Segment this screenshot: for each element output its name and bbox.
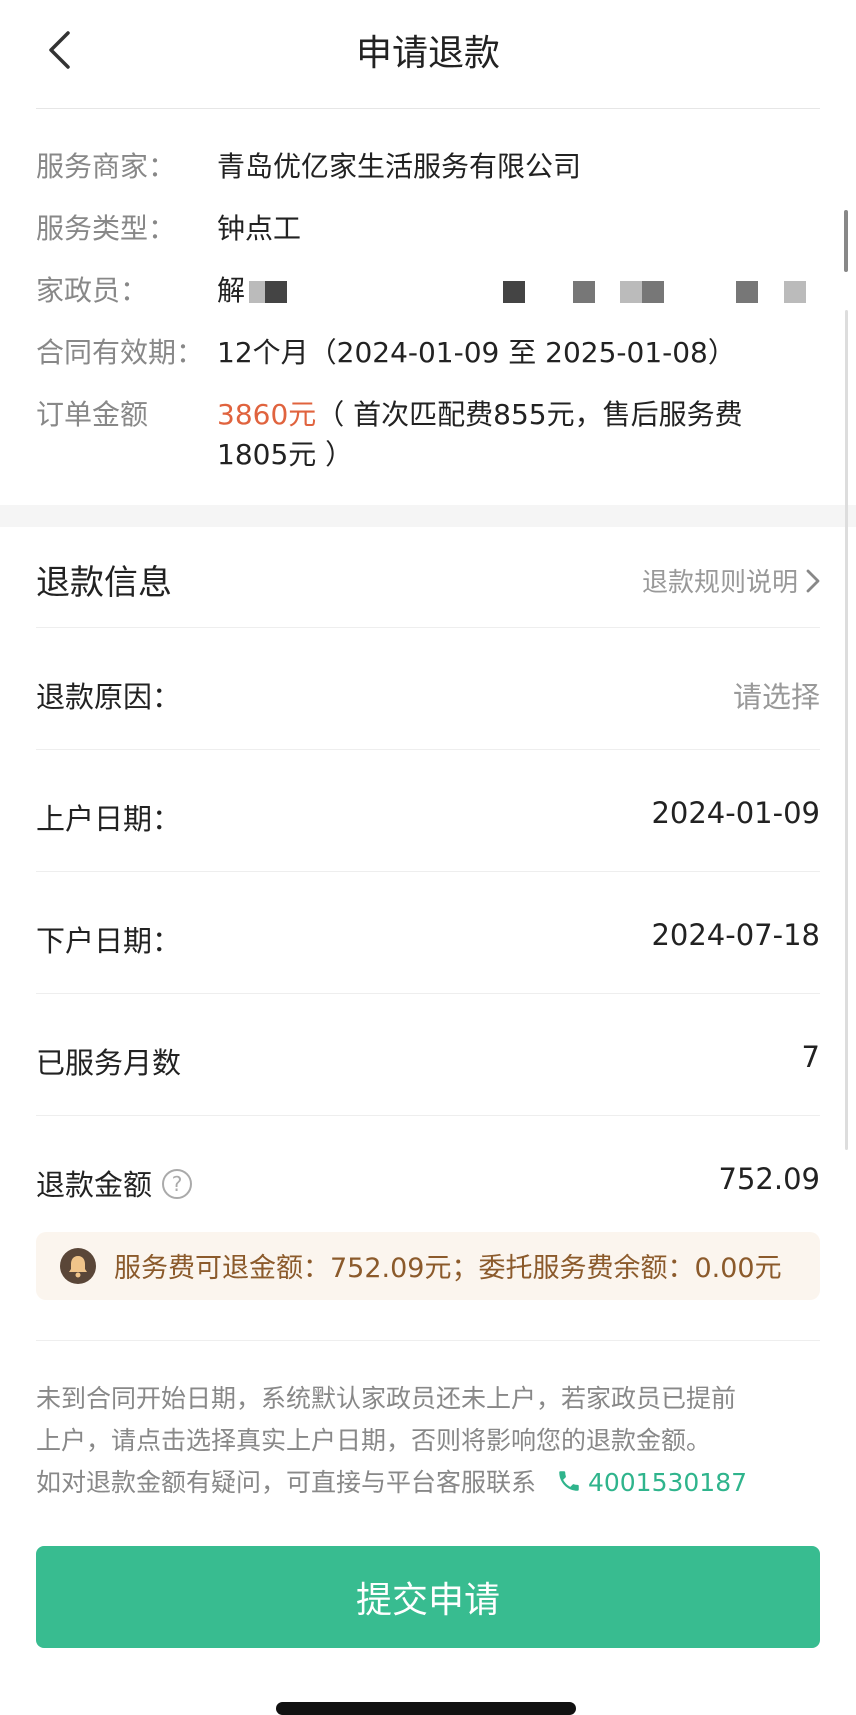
divider (36, 627, 820, 628)
amount-label: 订单金额 (36, 398, 149, 431)
service-type-label: 服务类型： (36, 212, 177, 245)
refund-notice: 服务费可退金额：752.09元；委托服务费余额：0.00元 (36, 1232, 820, 1300)
merchant-value: 青岛优亿家生活服务有限公司 (217, 150, 582, 183)
amount-detail: （ 首次匹配费855元，售后服务费 (316, 398, 743, 431)
divider (36, 871, 820, 872)
note-contact-text: 如对退款金额有疑问，可直接与平台客服联系 (36, 1468, 537, 1497)
divider (36, 993, 820, 994)
refund-amount-label-wrap: 退款金额? (36, 1162, 193, 1204)
home-indicator (276, 1702, 576, 1715)
merchant-label: 服务商家： (36, 150, 177, 183)
note-line: 未到合同开始日期，系统默认家政员还未上户，若家政员已提前 (36, 1384, 737, 1413)
contract-label: 合同有效期： (36, 336, 205, 369)
order-amount: 3860元 (217, 398, 317, 431)
redaction-block (736, 281, 758, 303)
refund-rules-link[interactable]: 退款规则说明 (642, 562, 820, 599)
phone-icon (559, 1471, 579, 1491)
chevron-right-icon (806, 569, 820, 592)
bell-icon (60, 1248, 96, 1284)
divider (36, 1340, 820, 1341)
contract-value: 12个月（2024-01-09 至 2025-01-08） (217, 336, 736, 369)
end-date-value[interactable]: 2024-07-18 (651, 918, 820, 952)
redaction-block (265, 281, 287, 303)
redaction-block (784, 281, 806, 303)
refund-reason-label: 退款原因： (36, 680, 182, 714)
housekeeper-label: 家政员： (36, 274, 149, 307)
months-value: 7 (801, 1040, 820, 1074)
amount-value-line: 3860元（ 首次匹配费855元，售后服务费 (217, 395, 743, 435)
help-icon[interactable]: ? (162, 1169, 193, 1199)
refund-amount-label: 退款金额 (36, 1168, 153, 1202)
customer-service-phone[interactable]: 4001530187 (588, 1468, 747, 1497)
refund-note: 未到合同开始日期，系统默认家政员还未上户，若家政员已提前 上户，请点击选择真实上… (36, 1378, 820, 1504)
redaction-block (503, 281, 525, 303)
redaction-block (249, 281, 265, 303)
scrollbar-thumb[interactable] (844, 210, 848, 272)
end-date-label: 下户日期： (36, 924, 182, 958)
note-line: 上户，请点击选择真实上户日期，否则将影响您的退款金额。 (36, 1426, 712, 1455)
header: 申请退款 (0, 0, 856, 108)
note-line-contact: 如对退款金额有疑问，可直接与平台客服联系 4001530187 (36, 1462, 820, 1504)
notice-text: 服务费可退金额：752.09元；委托服务费余额：0.00元 (114, 1253, 782, 1284)
redaction-block (573, 281, 595, 303)
page-title: 申请退款 (355, 33, 500, 74)
months-label: 已服务月数 (36, 1046, 182, 1080)
section-gap (0, 505, 856, 527)
start-date-value[interactable]: 2024-01-09 (651, 796, 820, 830)
start-date-label: 上户日期： (36, 802, 182, 836)
divider (36, 749, 820, 750)
refund-rules-label: 退款规则说明 (641, 568, 798, 598)
scrollbar-track (845, 310, 848, 1150)
refund-reason-select[interactable]: 请选择 (733, 674, 820, 716)
amount-detail-2: 1805元 ） (217, 438, 354, 471)
header-divider (36, 108, 820, 109)
submit-button[interactable]: 提交申请 (36, 1546, 820, 1648)
redaction-block (642, 281, 664, 303)
housekeeper-value: 解 (217, 274, 246, 307)
service-type-value: 钟点工 (217, 212, 302, 245)
refund-amount-value: 752.09 (718, 1162, 820, 1196)
redaction-block (620, 281, 642, 303)
divider (36, 1115, 820, 1116)
refund-section-title: 退款信息 (36, 563, 172, 603)
